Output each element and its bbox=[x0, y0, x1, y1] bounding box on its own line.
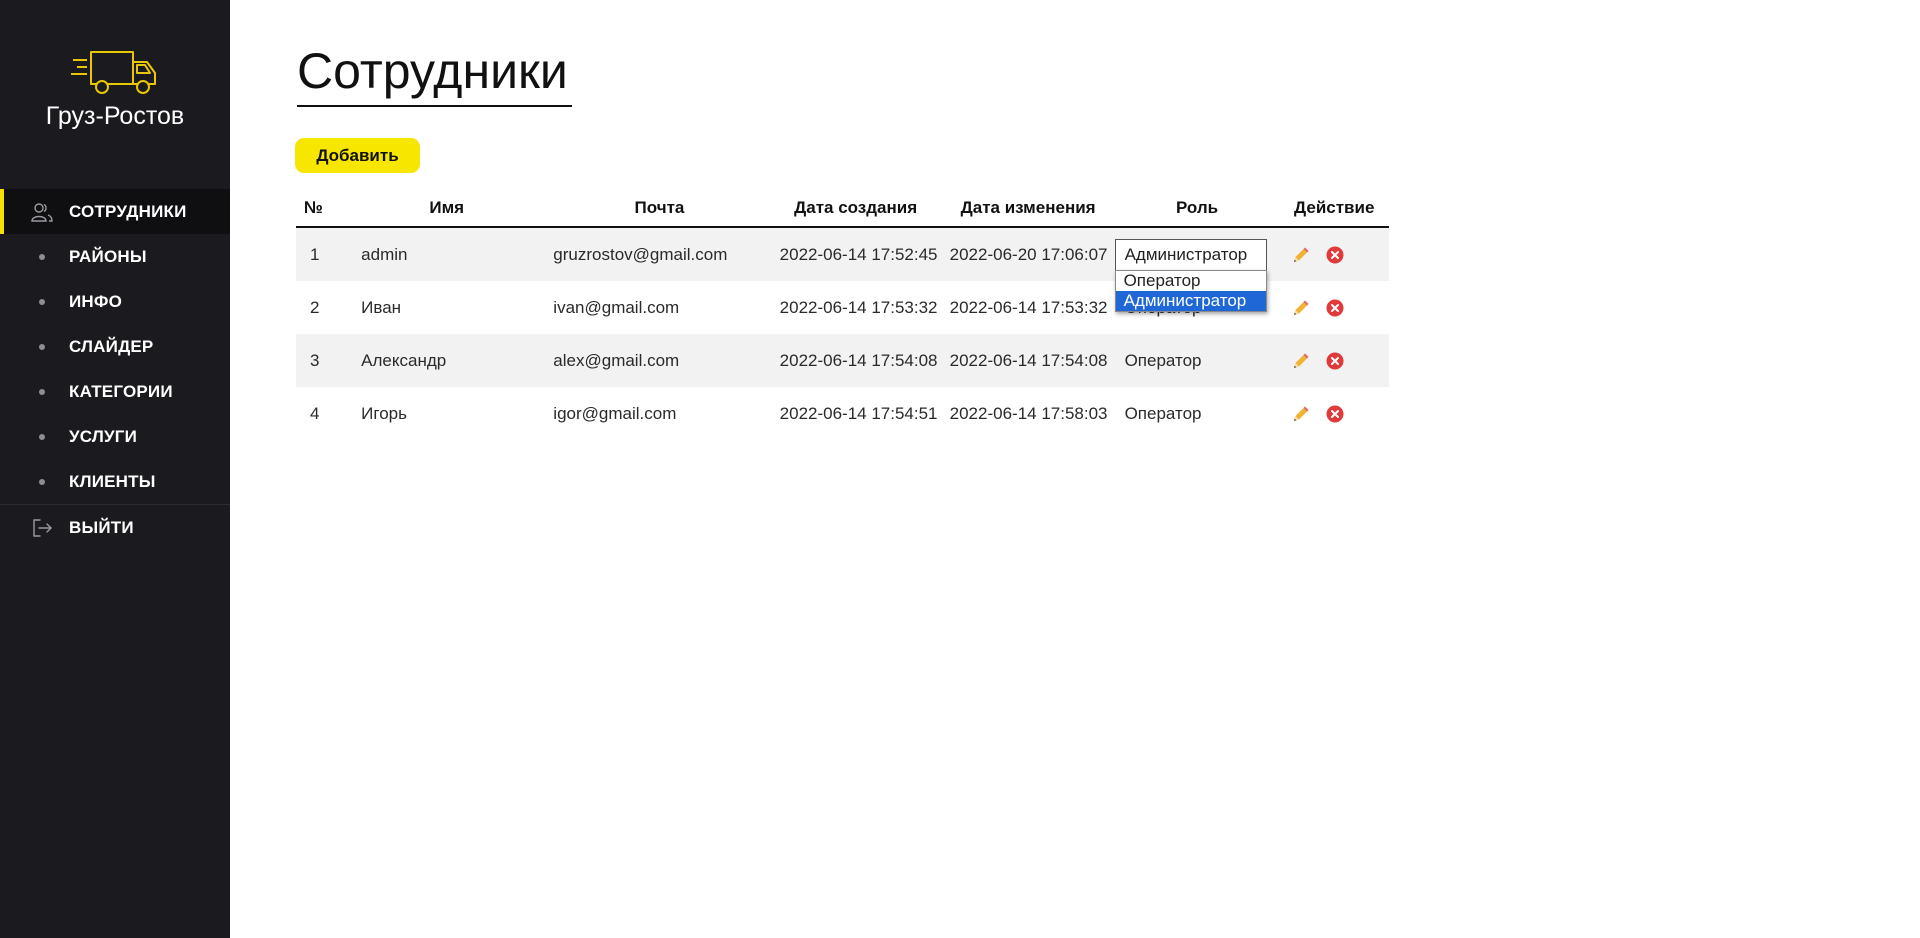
bullet-icon bbox=[39, 299, 45, 305]
sidebar-item-categories[interactable]: КАТЕГОРИИ bbox=[0, 369, 230, 414]
cell-number: 4 bbox=[310, 403, 320, 423]
table-header-row: № Имя Почта Дата создания Дата изменения… bbox=[296, 190, 1389, 228]
role-select[interactable]: Администратор bbox=[1114, 238, 1267, 271]
sidebar-item-staff[interactable]: СОТРУДНИКИ bbox=[0, 189, 230, 234]
cell-created: 2022-06-14 17:52:45 bbox=[769, 227, 942, 281]
cell-actions bbox=[1279, 227, 1389, 281]
cell-actions bbox=[1279, 387, 1389, 440]
sidebar-item-label: ВЫЙТИ bbox=[69, 517, 134, 537]
cell-name: Игорь bbox=[361, 403, 407, 423]
cell-updated: 2022-06-14 17:58:03 bbox=[949, 403, 1108, 423]
column-header-actions: Действие bbox=[1279, 190, 1389, 228]
column-header-number: № bbox=[296, 190, 345, 228]
add-button[interactable]: Добавить bbox=[295, 138, 420, 173]
edit-pencil-icon[interactable] bbox=[1291, 404, 1311, 424]
sidebar-nav: СОТРУДНИКИ РАЙОНЫ ИНФО СЛАЙДЕР КАТЕГОРИИ… bbox=[0, 189, 230, 550]
cell-email: alex@gmail.com bbox=[549, 334, 770, 387]
truck-icon bbox=[71, 51, 156, 94]
sidebar-item-label: КАТЕГОРИИ bbox=[69, 381, 173, 401]
role-option-operator[interactable]: Оператор bbox=[1116, 271, 1266, 291]
cell-created: 2022-06-14 17:54:51 bbox=[779, 403, 938, 423]
brand-name: Груз-Ростов bbox=[45, 102, 185, 130]
bullet-icon bbox=[39, 344, 45, 350]
cell-actions bbox=[1279, 281, 1389, 334]
sidebar-item-label: ИНФО bbox=[69, 291, 123, 311]
edit-pencil-icon[interactable] bbox=[1291, 298, 1311, 318]
sidebar: Груз-Ростов СОТРУДНИКИ РАЙОНЫ ИНФО СЛАЙД… bbox=[0, 0, 230, 938]
cell-updated: 2022-06-14 17:54:08 bbox=[941, 334, 1115, 387]
sidebar-item-services[interactable]: УСЛУГИ bbox=[0, 414, 230, 459]
sidebar-item-label: СОТРУДНИКИ bbox=[69, 201, 187, 221]
bullet-icon bbox=[39, 479, 45, 485]
cell-name: admin bbox=[344, 227, 550, 281]
sidebar-item-logout[interactable]: ВЫЙТИ bbox=[0, 504, 230, 550]
column-header-updated: Дата изменения bbox=[941, 190, 1115, 228]
page-title: Сотрудники bbox=[297, 44, 572, 107]
column-header-created: Дата создания bbox=[769, 190, 942, 228]
main-content: Сотрудники Добавить № Имя Почта Дата соз… bbox=[230, 0, 1920, 938]
column-header-name: Имя bbox=[344, 190, 550, 228]
sidebar-item-clients[interactable]: КЛИЕНТЫ bbox=[0, 459, 230, 504]
sidebar-item-label: СЛАЙДЕР bbox=[69, 336, 154, 356]
bullet-icon bbox=[39, 389, 45, 395]
role-option-admin[interactable]: Администратор bbox=[1115, 291, 1266, 311]
edit-pencil-icon[interactable] bbox=[1291, 351, 1311, 371]
sidebar-item-label: КЛИЕНТЫ bbox=[69, 471, 156, 491]
bullet-icon bbox=[39, 254, 45, 260]
cell-name: Александр bbox=[344, 334, 550, 387]
table-row: 4 Игорь igor@gmail.com 2022-06-14 17:54:… bbox=[296, 387, 1389, 440]
edit-pencil-icon[interactable] bbox=[1291, 245, 1311, 265]
delete-icon[interactable] bbox=[1325, 298, 1345, 318]
cell-role: Оператор bbox=[1114, 334, 1280, 387]
sidebar-item-label: РАЙОНЫ bbox=[69, 246, 147, 266]
staff-table: № Имя Почта Дата создания Дата изменения… bbox=[296, 190, 1389, 440]
cell-role: Оператор bbox=[1124, 403, 1202, 423]
cell-name: Иван bbox=[361, 297, 402, 317]
role-dropdown-list: Оператор Администратор bbox=[1114, 270, 1267, 312]
table-row: 3 Александр alex@gmail.com 2022-06-14 17… bbox=[296, 334, 1389, 387]
delete-icon[interactable] bbox=[1325, 404, 1345, 424]
cell-actions bbox=[1279, 334, 1389, 387]
app: Груз-Ростов СОТРУДНИКИ РАЙОНЫ ИНФО СЛАЙД… bbox=[0, 0, 1920, 938]
sidebar-item-slider[interactable]: СЛАЙДЕР bbox=[0, 324, 230, 369]
logo[interactable]: Груз-Ростов bbox=[0, 48, 230, 131]
cell-number: 2 bbox=[310, 297, 320, 317]
cell-email: ivan@gmail.com bbox=[553, 297, 680, 317]
column-header-email: Почта bbox=[549, 190, 770, 228]
column-header-role: Роль bbox=[1114, 190, 1280, 228]
sidebar-item-info[interactable]: ИНФО bbox=[0, 279, 230, 324]
cell-role: Администратор Оператор Администратор bbox=[1114, 227, 1280, 312]
delete-icon[interactable] bbox=[1325, 245, 1345, 265]
cell-created: 2022-06-14 17:54:08 bbox=[769, 334, 942, 387]
cell-number: 1 bbox=[296, 227, 345, 281]
logout-icon bbox=[33, 519, 52, 537]
cell-email: igor@gmail.com bbox=[553, 403, 677, 423]
cell-number: 3 bbox=[296, 334, 345, 387]
cell-email: gruzrostov@gmail.com bbox=[549, 227, 770, 281]
delete-icon[interactable] bbox=[1325, 351, 1345, 371]
users-icon bbox=[31, 203, 53, 222]
sidebar-item-districts[interactable]: РАЙОНЫ bbox=[0, 234, 230, 279]
sidebar-item-label: УСЛУГИ bbox=[69, 426, 137, 446]
table-row: 1 admin gruzrostov@gmail.com 2022-06-14 … bbox=[296, 227, 1389, 312]
cell-updated: 2022-06-20 17:06:07 bbox=[941, 227, 1115, 281]
bullet-icon bbox=[39, 434, 45, 440]
cell-updated: 2022-06-14 17:53:32 bbox=[949, 297, 1108, 317]
cell-created: 2022-06-14 17:53:32 bbox=[779, 297, 938, 317]
